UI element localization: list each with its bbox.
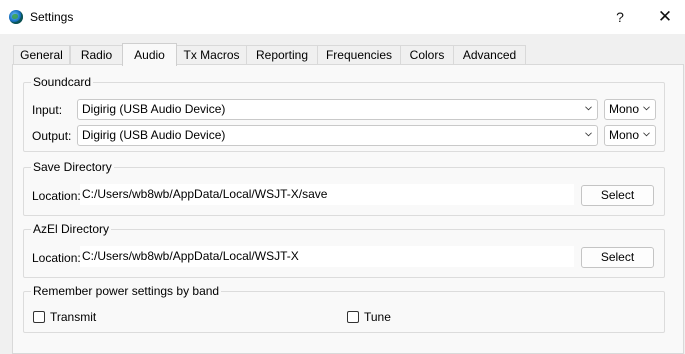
chevron-down-icon: [585, 106, 592, 111]
transmit-checkbox[interactable]: [33, 311, 45, 323]
save-directory-group: Save Directory Location: C:/Users/wb8wb/…: [23, 160, 665, 216]
input-device-value: Digirig (USB Audio Device): [82, 102, 226, 116]
input-channel-value: Mono: [609, 102, 640, 116]
azel-directory-group: AzEl Directory Location: C:/Users/wb8wb/…: [23, 222, 665, 278]
help-button[interactable]: ?: [600, 0, 640, 34]
input-channel-select[interactable]: Mono: [604, 99, 656, 120]
input-label: Input:: [32, 103, 63, 117]
azel-directory-title: AzEl Directory: [31, 222, 112, 236]
output-label: Output:: [32, 129, 72, 143]
power-settings-group: Remember power settings by band Transmit…: [23, 284, 665, 333]
tab-colors[interactable]: Colors: [400, 45, 454, 64]
window-title: Settings: [30, 10, 74, 24]
tab-radio[interactable]: Radio: [70, 45, 123, 64]
tab-frequencies[interactable]: Frequencies: [317, 45, 401, 64]
tab-reporting[interactable]: Reporting: [246, 45, 318, 64]
power-settings-title: Remember power settings by band: [31, 284, 222, 298]
tune-label: Tune: [364, 310, 391, 324]
tab-general[interactable]: General: [13, 45, 70, 64]
chevron-down-icon: [643, 132, 650, 137]
azel-directory-select-button[interactable]: Select: [581, 247, 654, 268]
azel-location-label: Location:: [32, 251, 81, 265]
close-button[interactable]: ✕: [645, 0, 685, 34]
save-location-field[interactable]: C:/Users/wb8wb/AppData/Local/WSJT-X/save: [80, 184, 574, 205]
save-location-label: Location:: [32, 189, 81, 203]
save-directory-select-button[interactable]: Select: [581, 185, 654, 206]
chevron-down-icon: [585, 132, 592, 137]
title-bar: Settings ? ✕: [0, 0, 685, 34]
input-device-select[interactable]: Digirig (USB Audio Device): [77, 99, 598, 120]
output-device-select[interactable]: Digirig (USB Audio Device): [77, 125, 598, 146]
transmit-label: Transmit: [50, 310, 97, 324]
tab-tx-macros[interactable]: Tx Macros: [176, 45, 247, 64]
audio-tab-panel: Soundcard Input: Digirig (USB Audio Devi…: [12, 64, 684, 354]
tab-audio[interactable]: Audio: [122, 43, 177, 66]
output-channel-select[interactable]: Mono: [604, 125, 656, 146]
soundcard-group: Soundcard Input: Digirig (USB Audio Devi…: [23, 75, 665, 152]
output-device-value: Digirig (USB Audio Device): [82, 128, 226, 142]
azel-location-field[interactable]: C:/Users/wb8wb/AppData/Local/WSJT-X: [80, 246, 574, 267]
tune-checkbox[interactable]: [347, 311, 359, 323]
chevron-down-icon: [643, 106, 650, 111]
soundcard-group-title: Soundcard: [31, 75, 94, 89]
app-globe-icon: [9, 10, 23, 24]
output-channel-value: Mono: [609, 128, 640, 142]
tab-advanced[interactable]: Advanced: [453, 45, 526, 64]
save-directory-title: Save Directory: [31, 160, 114, 174]
